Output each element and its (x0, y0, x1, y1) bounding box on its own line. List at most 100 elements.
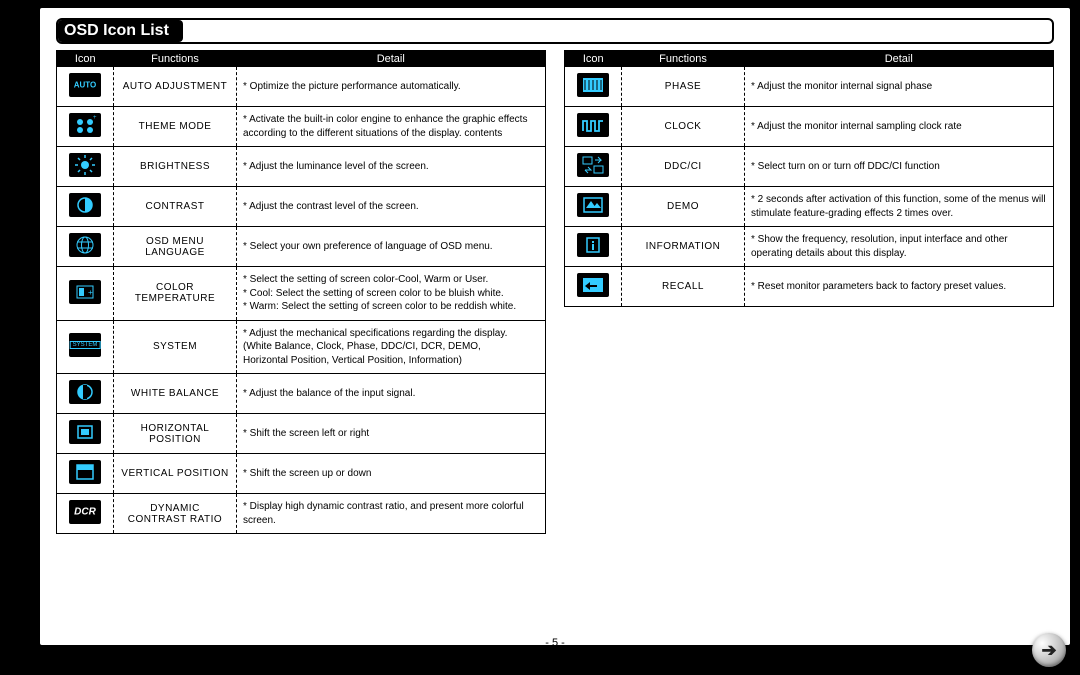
demo-icon-cell (565, 187, 622, 227)
fn-label: INFORMATION (622, 227, 745, 267)
fn-label: OSD MENU LANGUAGE (114, 227, 237, 267)
fn-label: CONTRAST (114, 187, 237, 227)
table-row: DCR DYNAMIC CONTRAST RATIO* Display high … (57, 494, 546, 534)
table-row: PHASE* Adjust the monitor internal signa… (565, 67, 1054, 107)
theme-icon: + (69, 113, 101, 137)
detail-text: * Shift the screen up or down (237, 454, 546, 494)
svg-text:+: + (88, 288, 93, 297)
page-number: - 5 - (40, 637, 1070, 649)
fn-label: SYSTEM (114, 320, 237, 374)
col-icon: Icon (565, 51, 622, 68)
auto-icon-cell: AUTO (57, 67, 114, 107)
detail-text: * Select turn on or turn off DDC/CI func… (745, 147, 1054, 187)
demo-icon (577, 193, 609, 217)
recall-icon-cell (565, 267, 622, 307)
detail-text: * 2 seconds after activation of this fun… (745, 187, 1054, 227)
detail-text: * Display high dynamic contrast ratio, a… (237, 494, 546, 534)
vpos-icon (69, 460, 101, 484)
hpos-icon-cell (57, 414, 114, 454)
table-row: + THEME MODE* Activate the built-in color… (57, 107, 546, 147)
next-page-button[interactable]: ➔ (1032, 633, 1066, 667)
svg-text:+: + (93, 115, 97, 121)
col-detail: Detail (745, 51, 1054, 68)
detail-text: * Select the setting of screen color-Coo… (237, 267, 546, 321)
detail-text: * Adjust the balance of the input signal… (237, 374, 546, 414)
system-icon: SYSTEM (69, 333, 101, 357)
fn-label: AUTO ADJUSTMENT (114, 67, 237, 107)
arrow-right-icon: ➔ (1041, 640, 1056, 661)
table-row: DDC/CI* Select turn on or turn off DDC/C… (565, 147, 1054, 187)
fn-label: HORIZONTAL POSITION (114, 414, 237, 454)
phase-icon-cell (565, 67, 622, 107)
wb-icon (69, 380, 101, 404)
colortemp-icon: + (69, 280, 101, 304)
recall-icon (577, 273, 609, 297)
clock-icon-cell (565, 107, 622, 147)
detail-text: * Reset monitor parameters back to facto… (745, 267, 1054, 307)
lang-icon-cell (57, 227, 114, 267)
table-row: HORIZONTAL POSITION* Shift the screen le… (57, 414, 546, 454)
col-detail: Detail (237, 51, 546, 68)
lang-icon (69, 233, 101, 257)
ddcci-icon-cell (565, 147, 622, 187)
fn-label: PHASE (622, 67, 745, 107)
table-row: DEMO* 2 seconds after activation of this… (565, 187, 1054, 227)
auto-icon: AUTO (69, 73, 101, 97)
table-row: CONTRAST* Adjust the contrast level of t… (57, 187, 546, 227)
info-icon (577, 233, 609, 257)
detail-text: * Adjust the contrast level of the scree… (237, 187, 546, 227)
fn-label: COLOR TEMPERATURE (114, 267, 237, 321)
detail-text: * Adjust the monitor internal signal pha… (745, 67, 1054, 107)
page-title: OSD Icon List (58, 20, 183, 42)
table-row: WHITE BALANCE* Adjust the balance of the… (57, 374, 546, 414)
detail-text: * Adjust the luminance level of the scre… (237, 147, 546, 187)
table-row: OSD MENU LANGUAGE* Select your own prefe… (57, 227, 546, 267)
detail-text: * Show the frequency, resolution, input … (745, 227, 1054, 267)
fn-label: WHITE BALANCE (114, 374, 237, 414)
detail-text: * Activate the built-in color engine to … (237, 107, 546, 147)
fn-label: BRIGHTNESS (114, 147, 237, 187)
sheet: OSD Icon List Icon Functions Detail AUTO… (40, 8, 1070, 645)
table-row: CLOCK* Adjust the monitor internal sampl… (565, 107, 1054, 147)
fn-label: VERTICAL POSITION (114, 454, 237, 494)
hpos-icon (69, 420, 101, 444)
brightness-icon (69, 153, 101, 177)
detail-text: * Adjust the mechanical specifications r… (237, 320, 546, 374)
col-fn: Functions (114, 51, 237, 68)
detail-text: * Select your own preference of language… (237, 227, 546, 267)
detail-text: * Optimize the picture performance autom… (237, 67, 546, 107)
ddcci-icon (577, 153, 609, 177)
col-fn: Functions (622, 51, 745, 68)
title-bar: OSD Icon List (56, 18, 1054, 44)
fn-label: THEME MODE (114, 107, 237, 147)
dcr-icon-cell: DCR (57, 494, 114, 534)
table-row: VERTICAL POSITION* Shift the screen up o… (57, 454, 546, 494)
page: OSD Icon List Icon Functions Detail AUTO… (0, 0, 1080, 675)
fn-label: DEMO (622, 187, 745, 227)
table-row: AUTO AUTO ADJUSTMENT* Optimize the pictur… (57, 67, 546, 107)
contrast-icon (69, 193, 101, 217)
brightness-icon-cell (57, 147, 114, 187)
info-icon-cell (565, 227, 622, 267)
detail-text: * Adjust the monitor internal sampling c… (745, 107, 1054, 147)
detail-text: * Shift the screen left or right (237, 414, 546, 454)
table-row: INFORMATION* Show the frequency, resolut… (565, 227, 1054, 267)
fn-label: CLOCK (622, 107, 745, 147)
col-icon: Icon (57, 51, 114, 68)
wb-icon-cell (57, 374, 114, 414)
osd-table-left: Icon Functions Detail AUTO AUTO ADJUSTMEN… (56, 50, 546, 534)
contrast-icon-cell (57, 187, 114, 227)
fn-label: DDC/CI (622, 147, 745, 187)
table-row: BRIGHTNESS* Adjust the luminance level o… (57, 147, 546, 187)
table-row: + COLOR TEMPERATURE* Select the setting o… (57, 267, 546, 321)
theme-icon-cell: + (57, 107, 114, 147)
table-row: SYSTEMSYSTEM* Adjust the mechanical spec… (57, 320, 546, 374)
clock-icon (577, 113, 609, 137)
colortemp-icon-cell: + (57, 267, 114, 321)
phase-icon (577, 73, 609, 97)
vpos-icon-cell (57, 454, 114, 494)
table-row: RECALL* Reset monitor parameters back to… (565, 267, 1054, 307)
fn-label: RECALL (622, 267, 745, 307)
fn-label: DYNAMIC CONTRAST RATIO (114, 494, 237, 534)
dcr-icon: DCR (69, 500, 101, 524)
